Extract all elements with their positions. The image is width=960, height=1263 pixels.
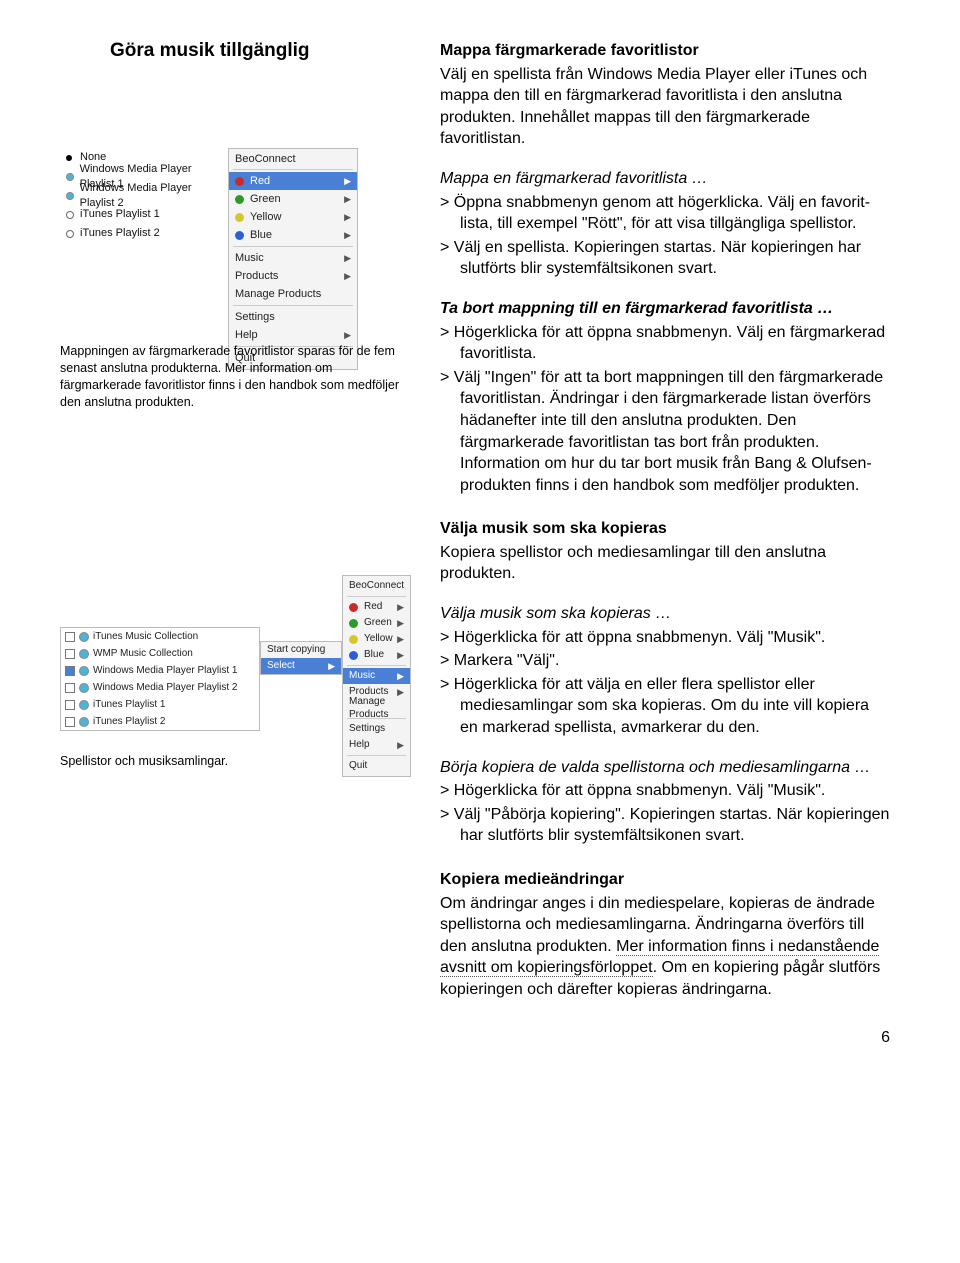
menu-item: Yellow▶ — [343, 631, 410, 647]
sub-start: Start copying — [267, 643, 325, 657]
collection-item: Windows Media Player Playlist 2 — [61, 679, 259, 696]
sub-borja-h: Börja kopiera de valda spellistorna och … — [440, 757, 890, 779]
menu-item: Red▶ — [229, 172, 357, 190]
collection-item: iTunes Music Collection — [61, 628, 259, 645]
step: > Välj en spellista. Kopieringen startas… — [440, 237, 890, 280]
step: > Högerklicka för att välja en eller fle… — [440, 674, 890, 739]
playlist-list: NoneWindows Media Player Playlist 1Windo… — [60, 148, 228, 370]
menu-item: Settings — [229, 308, 357, 326]
collection-item: WMP Music Collection — [61, 645, 259, 662]
section-mappa-h: Mappa färgmarkerade favoritlistor — [440, 40, 890, 62]
menu-item: Green▶ — [229, 190, 357, 208]
menu-item: Yellow▶ — [229, 208, 357, 226]
section-valja-p: Kopiera spellistor och mediesamlingar ti… — [440, 542, 890, 585]
menu-item: Music▶ — [343, 668, 410, 684]
context-menu: BeoConnectRed▶Green▶Yellow▶Blue▶Music▶Pr… — [228, 148, 358, 370]
step: > Markera "Välj". — [440, 650, 890, 672]
sub-menu: Start copying Select▶ — [260, 641, 342, 675]
step: > Välj "Ingen" för att ta bort mappninge… — [440, 367, 890, 497]
sub-valja-h: Välja musik som ska kopieras … — [440, 603, 890, 625]
step: > Välj "Påbörja kopiering". Kopieringen … — [440, 804, 890, 847]
caption-2: Spellistor och musiksamlingar. — [60, 753, 400, 770]
menu-item: Blue▶ — [343, 647, 410, 663]
section-mappa-p: Välj en spellista från Windows Media Pla… — [440, 64, 890, 150]
step: > Öppna snabbmenyn genom att högerklicka… — [440, 192, 890, 235]
menu-item: Red▶ — [343, 599, 410, 615]
step: > Högerklicka för att öppna snabbmenyn. … — [440, 627, 890, 649]
step: > Högerklicka för att öppna snabbmenyn. … — [440, 322, 890, 365]
collection-item: iTunes Playlist 1 — [61, 696, 259, 713]
step: > Högerklicka för att öppna snabbmenyn. … — [440, 780, 890, 802]
context-menu-2: BeoConnectRed▶Green▶Yellow▶Blue▶Music▶Pr… — [342, 575, 411, 777]
menu-item: Green▶ — [343, 615, 410, 631]
screenshot-context-menu: NoneWindows Media Player Playlist 1Windo… — [60, 148, 400, 370]
playlist-item: Windows Media Player Playlist 2 — [60, 186, 228, 205]
collection-list: iTunes Music CollectionWMP Music Collect… — [60, 627, 260, 731]
section-kopiera-p: Om ändringar anges i din mediespelare, k… — [440, 893, 890, 1001]
collection-item: Windows Media Player Playlist 1 — [61, 662, 259, 679]
menu-item: Manage Products — [343, 700, 410, 716]
section-kopiera-h: Kopiera medieändringar — [440, 869, 890, 891]
menu-item: Help▶ — [343, 737, 410, 753]
sub-tabort-h: Ta bort mappning till en färgmarkerad fa… — [440, 298, 890, 320]
menu-item: Blue▶ — [229, 226, 357, 244]
menu-item: Settings — [343, 721, 410, 737]
sub-mappa-h: Mappa en färgmarkerad favoritlista … — [440, 168, 890, 190]
page-number: 6 — [881, 1029, 890, 1047]
menu-item: Manage Products — [229, 285, 357, 303]
screenshot-copy-menu: iTunes Music CollectionWMP Music Collect… — [60, 575, 400, 777]
section-valja-h: Välja musik som ska kopieras — [440, 518, 890, 540]
collection-item: iTunes Playlist 2 — [61, 713, 259, 730]
menu-item: Products▶ — [229, 267, 357, 285]
sub-select: Select — [267, 659, 295, 673]
menu-item: Music▶ — [229, 249, 357, 267]
page-title: Göra musik tillgänglig — [110, 40, 310, 62]
caption-1: Mappningen av färgmarkerade favoritlisto… — [60, 343, 400, 411]
menu-item: Help▶ — [229, 326, 357, 344]
playlist-item: iTunes Playlist 2 — [60, 224, 228, 243]
